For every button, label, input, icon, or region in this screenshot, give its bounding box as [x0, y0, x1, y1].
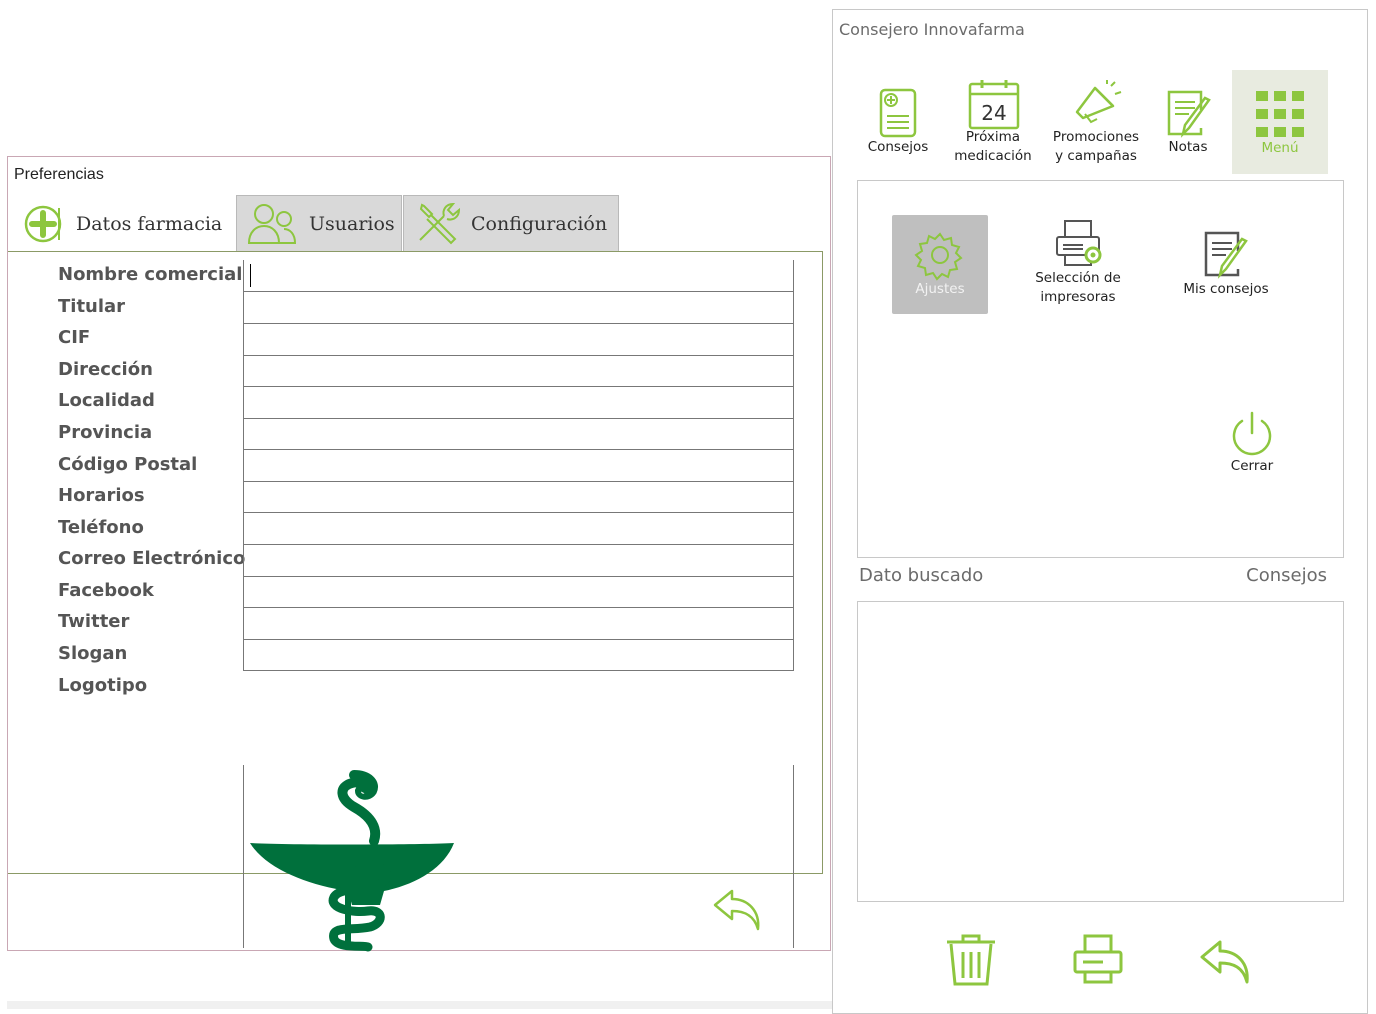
dato-buscado-label: Dato buscado	[859, 565, 984, 586]
toolbar-label: y campañas	[1055, 148, 1137, 164]
twitter-field[interactable]	[243, 608, 794, 640]
cerrar-button[interactable]: Cerrar	[1216, 407, 1288, 481]
tab-label: Configuración	[471, 213, 608, 235]
toolbar-label: Próxima	[965, 129, 1021, 145]
megaphone-icon	[1073, 80, 1123, 124]
promociones-button[interactable]: Promociones y campañas	[1045, 70, 1147, 174]
cif-field[interactable]	[243, 324, 794, 356]
field-label: Código Postal	[58, 454, 198, 475]
field-label: Provincia	[58, 422, 153, 443]
proxima-medicacion-button[interactable]: 24 Próxima medicación	[944, 70, 1042, 174]
tab-configuracion[interactable]: Configuración	[403, 195, 619, 251]
toolbar-label: Notas	[1168, 139, 1208, 155]
gear-icon	[914, 230, 965, 281]
menu-panel: Ajustes Selección de impresoras Mis conse…	[857, 180, 1344, 558]
printer-gear-icon	[1055, 219, 1102, 267]
toolbar-label: Menú	[1261, 140, 1299, 156]
slogan-field[interactable]	[243, 639, 794, 671]
codigo-postal-field[interactable]	[243, 450, 794, 482]
printer-icon[interactable]	[1073, 934, 1123, 984]
preferences-title: Preferencias	[14, 166, 104, 183]
notes-pencil-icon	[1202, 229, 1252, 279]
field-label: Horarios	[58, 485, 145, 506]
toolbar-label: Promociones	[1052, 129, 1140, 145]
notas-button[interactable]: Notas	[1151, 70, 1225, 174]
power-icon	[1230, 411, 1274, 457]
facebook-field[interactable]	[243, 576, 794, 608]
direccion-field[interactable]	[243, 355, 794, 387]
menu-item-label: Cerrar	[1230, 458, 1274, 474]
field-label: Titular	[58, 296, 126, 317]
tab-label: Datos farmacia	[76, 213, 223, 235]
menu-item-label: Mis consejos	[1183, 281, 1269, 297]
ajustes-button[interactable]: Ajustes	[892, 215, 988, 314]
tab-label: Usuarios	[309, 213, 395, 235]
consejero-title: Consejero Innovafarma	[839, 20, 1025, 39]
horarios-field[interactable]	[243, 481, 794, 513]
preferences-window: Preferencias Datos farmacia Usuarios Con…	[7, 156, 831, 952]
back-arrow-icon[interactable]	[1199, 934, 1251, 986]
field-label: Logotipo	[58, 675, 148, 696]
notes-pencil-icon	[1165, 88, 1215, 138]
correo-electronico-field[interactable]	[243, 545, 794, 577]
mis-consejos-button[interactable]: Mis consejos	[1170, 215, 1282, 314]
field-label: Nombre comercial	[58, 264, 243, 285]
field-label: CIF	[58, 327, 91, 348]
telefono-field[interactable]	[243, 513, 794, 545]
preferences-footer	[8, 873, 830, 951]
text-cursor	[250, 264, 251, 287]
consejos-label: Consejos	[1246, 565, 1327, 586]
field-label: Twitter	[58, 611, 130, 632]
back-arrow-icon[interactable]	[712, 883, 762, 933]
menu-item-label: Selección de	[1035, 270, 1121, 286]
toolbar-label: medicación	[954, 148, 1032, 164]
tab-usuarios[interactable]: Usuarios	[236, 195, 402, 251]
users-icon	[247, 202, 297, 246]
calendar-day: 24	[981, 101, 1006, 125]
field-label: Facebook	[58, 580, 154, 601]
consejero-window: Consejero Innovafarma Consejos 24 Próxim…	[832, 9, 1368, 1014]
field-label: Slogan	[58, 643, 128, 664]
menu-item-label: Ajustes	[915, 281, 965, 297]
tab-datos-farmacia[interactable]: Datos farmacia	[12, 195, 234, 251]
nombre-comercial-field[interactable]	[243, 260, 794, 292]
plus-circle-icon	[23, 204, 63, 244]
consejos-button[interactable]: Consejos	[859, 70, 937, 174]
field-label: Correo Electrónico	[58, 548, 246, 569]
datos-farmacia-panel: Nombre comercial Titular CIF Dirección L…	[8, 251, 823, 952]
provincia-field[interactable]	[243, 418, 794, 450]
field-label: Dirección	[58, 359, 153, 380]
localidad-field[interactable]	[243, 387, 794, 419]
tools-icon	[414, 200, 462, 248]
toolbar-label: Consejos	[867, 139, 929, 155]
menu-item-label: impresoras	[1040, 289, 1116, 305]
field-label: Teléfono	[58, 517, 144, 538]
consejos-results-area[interactable]	[857, 601, 1344, 902]
window-shadow-strip	[7, 1001, 832, 1009]
titular-field[interactable]	[243, 292, 794, 324]
calendar-icon: 24	[968, 78, 1020, 130]
seleccion-impresoras-button[interactable]: Selección de impresoras	[1022, 215, 1134, 314]
menu-button[interactable]: Menú	[1232, 70, 1328, 174]
trash-icon[interactable]	[945, 932, 997, 988]
document-plus-icon	[879, 88, 917, 138]
field-label: Localidad	[58, 390, 155, 411]
grid-menu-icon	[1256, 91, 1304, 137]
